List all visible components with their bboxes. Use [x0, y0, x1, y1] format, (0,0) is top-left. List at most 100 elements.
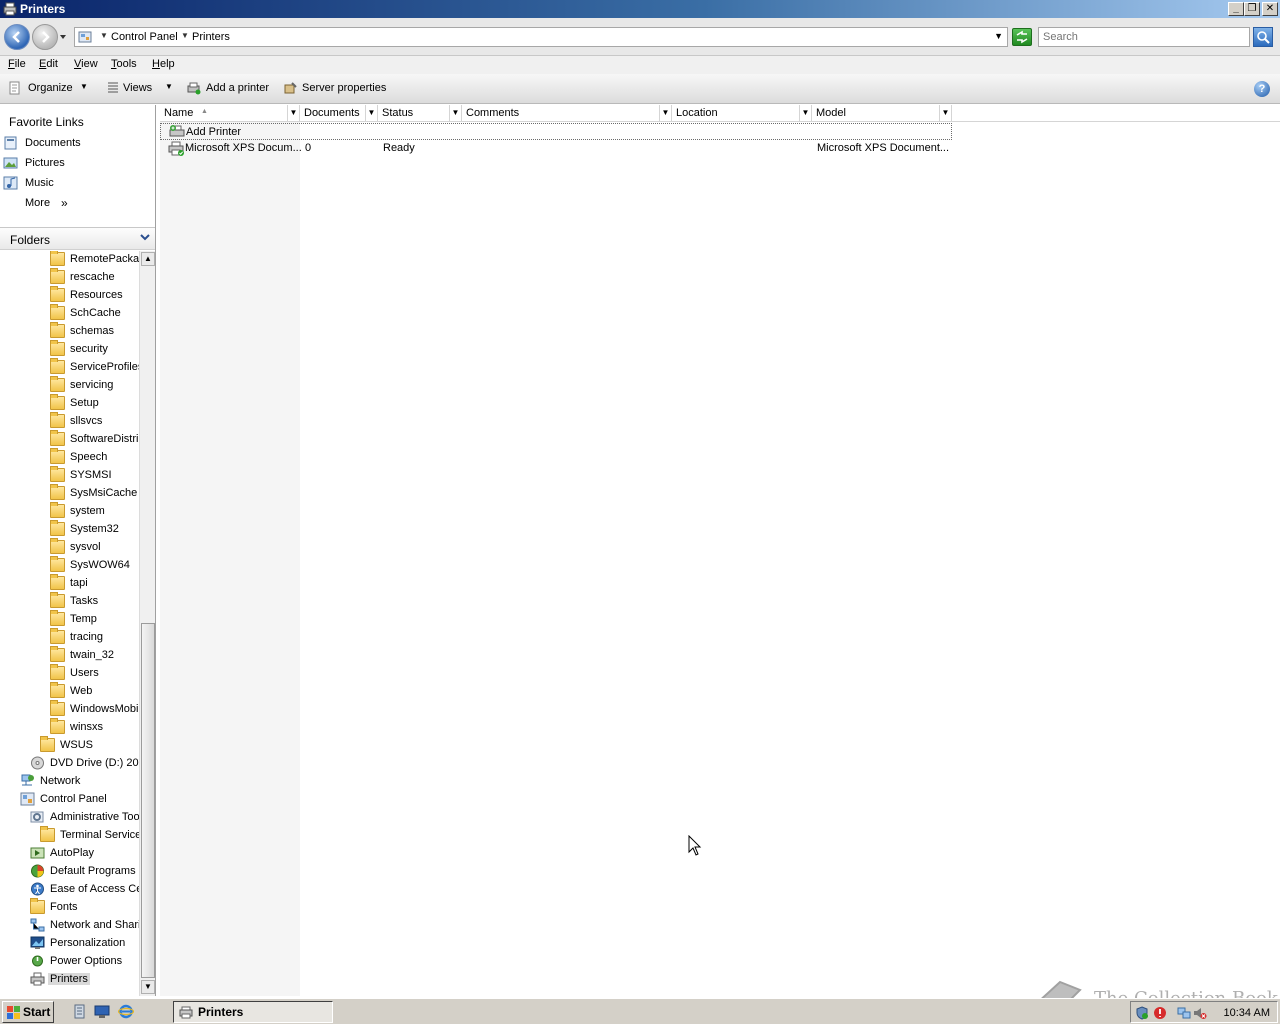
address-bar[interactable]: ▼ Control Panel ▼ Printers ▼ — [74, 27, 1008, 47]
breadcrumb-printers[interactable]: Printers — [192, 31, 230, 43]
tree-item-label: Personalization — [50, 937, 126, 949]
menu-view-label: iew — [81, 58, 98, 70]
list-item-add-printer[interactable]: Add Printer — [160, 123, 952, 140]
cell-status: Ready — [383, 142, 415, 154]
tree-item-label: Fonts — [50, 901, 78, 913]
column-header-model[interactable]: Model ▼ — [812, 105, 952, 122]
menu-edit[interactable]: Edit — [39, 58, 58, 70]
start-button[interactable]: Start — [2, 1001, 54, 1023]
address-row: ▼ Control Panel ▼ Printers ▼ — [0, 18, 1280, 56]
tree-item-label: schemas — [70, 325, 115, 337]
breadcrumb-control-panel[interactable]: Control Panel — [111, 31, 178, 43]
recent-pages-dropdown[interactable] — [59, 33, 67, 41]
tree-scrollbar[interactable]: ▲ ▼ — [139, 251, 155, 996]
tree-item-label: Power Options — [50, 955, 123, 967]
folder-tree[interactable]: RemotePackag rescache Resources SchCache… — [0, 251, 139, 996]
column-filter-dropdown-icon[interactable]: ▼ — [365, 105, 377, 121]
show-desktop-icon[interactable] — [94, 1004, 110, 1019]
column-filter-dropdown-icon[interactable]: ▼ — [939, 105, 951, 121]
restore-button[interactable]: ❐ — [1244, 2, 1260, 16]
column-header-location[interactable]: Location ▼ — [672, 105, 812, 122]
file-list[interactable]: Name ▲ ▼ Documents ▼ Status ▼ Comments ▼… — [160, 105, 1280, 996]
folder-icon — [40, 826, 55, 842]
column-filter-dropdown-icon[interactable]: ▼ — [659, 105, 671, 121]
list-item-printer[interactable]: Microsoft XPS Docum... 0 Ready Microsoft… — [160, 140, 952, 157]
folder-icon — [50, 682, 65, 698]
folder-icon — [50, 628, 65, 644]
views-dropdown-icon[interactable]: ▼ — [165, 82, 173, 91]
folder-icon — [50, 340, 65, 356]
organize-button[interactable]: Organize — [28, 82, 73, 94]
folder-icon — [50, 592, 65, 608]
menu-view[interactable]: View — [74, 58, 98, 70]
refresh-button[interactable] — [1012, 28, 1032, 46]
tree-item-label: SysMsiCache — [70, 487, 138, 499]
column-header-status[interactable]: Status ▼ — [378, 105, 462, 122]
column-filter-dropdown-icon[interactable]: ▼ — [799, 105, 811, 121]
scrollbar-thumb[interactable] — [141, 623, 155, 978]
folder-icon — [50, 502, 65, 518]
favorite-pictures-label: Pictures — [25, 157, 65, 169]
breadcrumb-arrow-icon[interactable]: ▼ — [100, 31, 108, 40]
menu-help[interactable]: Help — [152, 58, 175, 70]
favorite-more-label: More — [25, 197, 51, 209]
folders-header[interactable]: Folders — [0, 228, 155, 250]
add-printer-icon — [169, 125, 185, 137]
security-shield-icon[interactable] — [1135, 1006, 1149, 1020]
server-manager-icon[interactable] — [72, 1004, 88, 1019]
tree-item-label: Web — [70, 685, 93, 697]
folder-icon — [50, 610, 65, 626]
forward-button[interactable] — [32, 24, 58, 50]
column-filter-dropdown-icon[interactable]: ▼ — [287, 105, 299, 121]
server-properties-icon — [284, 82, 297, 94]
clock[interactable]: 10:34 AM — [1224, 1007, 1270, 1019]
tree-item-label: SchCache — [70, 307, 121, 319]
tree-item-label: system — [70, 505, 105, 517]
search-button[interactable] — [1253, 27, 1273, 47]
back-button[interactable] — [4, 24, 30, 50]
organize-dropdown-icon[interactable]: ▼ — [80, 82, 88, 91]
menu-file[interactable]: File — [8, 58, 26, 70]
folder-icon — [50, 322, 65, 338]
menu-help-label: elp — [159, 58, 175, 70]
scroll-up-button[interactable]: ▲ — [141, 252, 155, 266]
column-header-row: Name ▲ ▼ Documents ▼ Status ▼ Comments ▼… — [160, 105, 1280, 122]
folder-icon — [50, 412, 65, 428]
menu-tools[interactable]: Tools — [111, 58, 137, 70]
network-icon — [21, 774, 34, 786]
column-header-documents[interactable]: Documents ▼ — [300, 105, 378, 122]
title-bar[interactable]: Printers _ ❐ ✕ — [0, 0, 1280, 18]
add-printer-icon — [187, 82, 201, 95]
breadcrumb-arrow-icon[interactable]: ▼ — [181, 31, 189, 40]
network-sharing-icon — [30, 918, 45, 932]
add-printer-button[interactable]: Add a printer — [206, 82, 269, 94]
folder-icon — [30, 898, 45, 914]
folder-icon — [40, 736, 55, 752]
alert-icon[interactable] — [1153, 1006, 1167, 1020]
system-tray: 10:34 AM — [1130, 1001, 1278, 1023]
folder-icon — [50, 268, 65, 284]
server-properties-button[interactable]: Server properties — [302, 82, 386, 94]
internet-explorer-icon[interactable] — [118, 1004, 134, 1019]
pictures-icon — [3, 157, 18, 169]
views-button[interactable]: Views — [123, 82, 152, 94]
tree-item-label: AutoPlay — [50, 847, 95, 859]
back-arrow-icon — [12, 31, 20, 43]
chevron-down-icon[interactable] — [139, 231, 151, 243]
minimize-button[interactable]: _ — [1228, 2, 1244, 16]
printer-icon — [30, 972, 45, 986]
search-icon — [1257, 31, 1270, 44]
taskbar-button-printers[interactable]: Printers — [173, 1001, 333, 1023]
search-input[interactable] — [1038, 27, 1250, 47]
column-header-name[interactable]: Name ▲ ▼ — [160, 105, 300, 122]
close-button[interactable]: ✕ — [1262, 2, 1278, 16]
scroll-down-button[interactable]: ▼ — [141, 980, 155, 994]
help-button[interactable]: ? — [1254, 81, 1270, 97]
column-header-comments[interactable]: Comments ▼ — [462, 105, 672, 122]
volume-muted-icon[interactable] — [1193, 1006, 1207, 1020]
address-dropdown-icon[interactable]: ▼ — [994, 31, 1003, 41]
column-filter-dropdown-icon[interactable]: ▼ — [449, 105, 461, 121]
folder-icon — [50, 520, 65, 536]
network-connection-icon[interactable] — [1177, 1006, 1191, 1020]
forward-arrow-icon — [42, 31, 50, 43]
